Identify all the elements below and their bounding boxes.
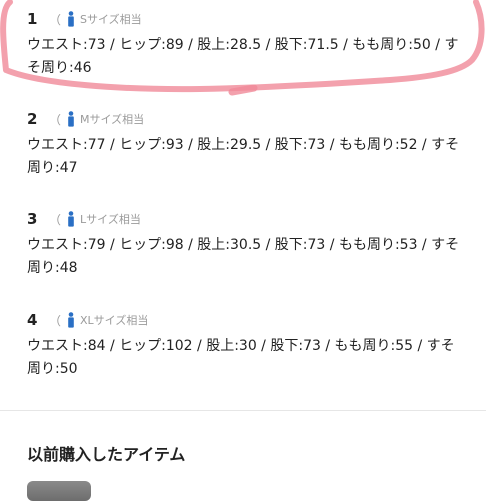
purchased-items-section: 以前購入したアイテム <box>0 411 486 501</box>
section-title: 以前購入したアイテム <box>27 445 186 464</box>
size-item: 4 （ XLサイズ相当 ウエスト:84 / ヒップ:102 / 股上:30 / … <box>27 310 467 381</box>
size-chart-list: 1 （ Sサイズ相当 ウエスト:73 / ヒップ:89 / 股上:28.5 / … <box>0 0 486 410</box>
size-equivalent-label: Lサイズ相当 <box>80 213 141 226</box>
size-number: 4 <box>27 311 38 329</box>
size-item: 3 （ Lサイズ相当 ウエスト:79 / ヒップ:98 / 股上:30.5 / … <box>27 209 467 280</box>
person-icon <box>66 111 76 127</box>
size-equivalent-label: XLサイズ相当 <box>80 314 149 327</box>
person-icon <box>66 312 76 328</box>
size-number: 2 <box>27 110 38 128</box>
size-measurements: ウエスト:84 / ヒップ:102 / 股上:30 / 股下:73 / もも周り… <box>27 338 455 377</box>
open-paren: （ <box>49 313 62 328</box>
size-equivalent-label: Sサイズ相当 <box>80 13 142 26</box>
size-item-header: 1 （ Sサイズ相当 <box>27 9 467 29</box>
size-item-header: 4 （ XLサイズ相当 <box>27 310 467 330</box>
size-measurements: ウエスト:77 / ヒップ:93 / 股上:29.5 / 股下:73 / もも周… <box>27 137 460 176</box>
item-thumbnail[interactable] <box>27 481 91 501</box>
open-paren: （ <box>49 212 62 227</box>
size-number: 1 <box>27 10 38 28</box>
size-equivalent-label: Mサイズ相当 <box>80 113 145 126</box>
size-measurements: ウエスト:79 / ヒップ:98 / 股上:30.5 / 股下:73 / もも周… <box>27 237 460 276</box>
size-item-header: 2 （ Mサイズ相当 <box>27 109 467 129</box>
person-icon <box>66 211 76 227</box>
size-item: 2 （ Mサイズ相当 ウエスト:77 / ヒップ:93 / 股上:29.5 / … <box>27 109 467 180</box>
open-paren: （ <box>49 112 62 127</box>
size-measurements: ウエスト:73 / ヒップ:89 / 股上:28.5 / 股下:71.5 / も… <box>27 37 459 76</box>
size-item: 1 （ Sサイズ相当 ウエスト:73 / ヒップ:89 / 股上:28.5 / … <box>27 9 467 80</box>
open-paren: （ <box>49 12 62 27</box>
person-icon <box>66 11 76 27</box>
size-item-header: 3 （ Lサイズ相当 <box>27 209 467 229</box>
size-number: 3 <box>27 210 38 228</box>
